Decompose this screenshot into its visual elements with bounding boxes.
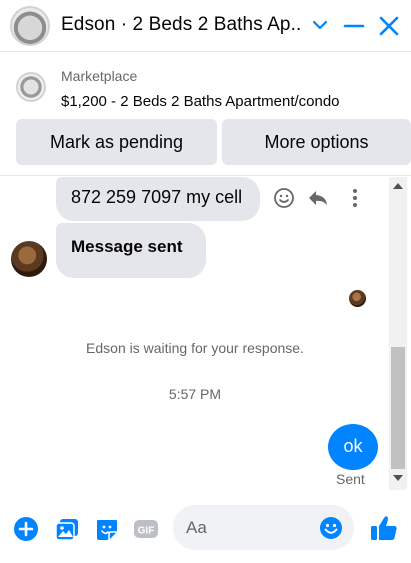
more-vertical-icon[interactable] bbox=[343, 186, 367, 210]
svg-text:GIF: GIF bbox=[138, 526, 155, 537]
chat-header: Edson · 2 Beds 2 Baths Ap... bbox=[0, 0, 411, 52]
seen-indicator-avatar bbox=[349, 290, 366, 307]
chat-title[interactable]: Edson · 2 Beds 2 Baths Ap... bbox=[61, 14, 301, 36]
listing-avatar[interactable] bbox=[10, 6, 50, 46]
close-icon[interactable] bbox=[376, 13, 402, 39]
plus-icon[interactable] bbox=[13, 516, 39, 542]
timestamp: 5:57 PM bbox=[168, 386, 222, 402]
message-thread[interactable]: 872 259 7097 my cell Message sent Edson … bbox=[0, 177, 411, 490]
scroll-down-arrow-icon[interactable] bbox=[393, 475, 403, 481]
marketplace-listing: Marketplace $1,200 - 2 Beds 2 Baths Apar… bbox=[0, 52, 411, 176]
photo-icon[interactable] bbox=[54, 516, 80, 542]
more-options-button[interactable]: More options bbox=[222, 119, 411, 165]
sender-avatar[interactable] bbox=[11, 241, 47, 277]
gif-icon[interactable]: GIF bbox=[133, 516, 159, 542]
message-input[interactable]: Aa bbox=[173, 505, 354, 550]
scrollbar-thumb[interactable] bbox=[391, 347, 405, 469]
thumbs-up-icon[interactable] bbox=[369, 513, 399, 543]
waiting-notice: Edson is waiting for your response. bbox=[86, 340, 304, 356]
message-bubble[interactable]: 872 259 7097 my cell bbox=[56, 177, 260, 221]
message-input-placeholder: Aa bbox=[186, 518, 207, 537]
minimize-icon[interactable] bbox=[342, 14, 366, 38]
message-bubble[interactable]: Message sent bbox=[56, 223, 206, 278]
emoji-icon[interactable] bbox=[319, 516, 343, 540]
scrollbar[interactable] bbox=[389, 177, 407, 490]
reply-icon[interactable] bbox=[306, 186, 330, 210]
marketplace-label: Marketplace bbox=[61, 68, 138, 84]
listing-thumbnail[interactable] bbox=[16, 72, 46, 102]
scroll-up-arrow-icon[interactable] bbox=[393, 183, 403, 189]
my-message-bubble[interactable]: ok bbox=[328, 424, 378, 470]
listing-price-title[interactable]: $1,200 - 2 Beds 2 Baths Apartment/condo bbox=[61, 93, 340, 110]
message-composer: GIF Aa bbox=[0, 490, 411, 563]
sticker-icon[interactable] bbox=[94, 516, 120, 542]
react-smile-icon[interactable] bbox=[272, 186, 296, 210]
sent-status: Sent bbox=[336, 471, 365, 487]
mark-as-pending-button[interactable]: Mark as pending bbox=[16, 119, 217, 165]
chevron-down-icon[interactable] bbox=[309, 14, 331, 36]
